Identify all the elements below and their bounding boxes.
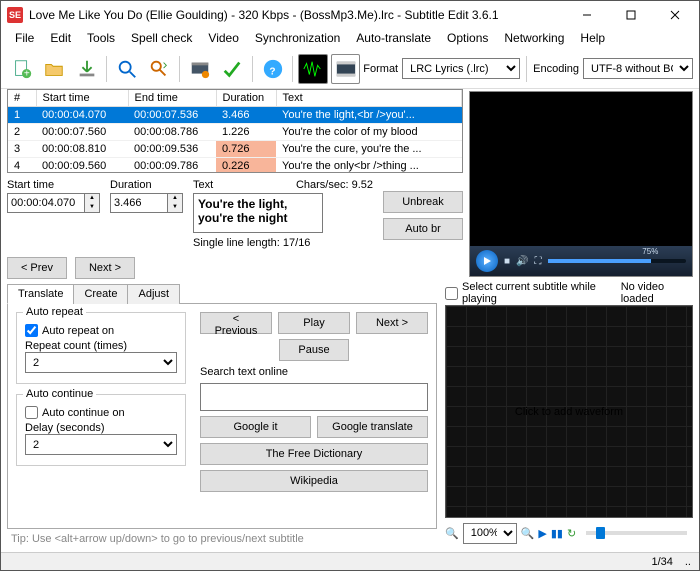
start-time-label: Start time — [7, 179, 100, 191]
start-time-spinner[interactable]: ▲▼ — [85, 193, 100, 213]
table-row[interactable]: 100:00:04.07000:00:07.5363.466You're the… — [8, 107, 462, 124]
spellcheck-icon[interactable] — [218, 54, 247, 84]
video-progress[interactable]: 75% — [548, 259, 687, 263]
menu-help[interactable]: Help — [572, 29, 613, 49]
duration-label: Duration — [110, 179, 183, 191]
speed-slider[interactable] — [586, 531, 687, 535]
auto-continue-group: Auto continue Auto continue on Delay (se… — [16, 394, 186, 466]
menu-sync[interactable]: Synchronization — [247, 29, 348, 49]
auto-continue-checkbox[interactable] — [25, 406, 38, 419]
tab-adjust[interactable]: Adjust — [127, 284, 180, 304]
titlebar: SE Love Me Like You Do (Ellie Goulding) … — [1, 1, 699, 29]
auto-repeat-checkbox[interactable] — [25, 324, 38, 337]
google-button[interactable]: Google it — [200, 416, 311, 438]
video-controls: ■ 🔊 ⛶ 75% — [470, 246, 692, 276]
menu-video[interactable]: Video — [200, 29, 246, 49]
cps-label: Chars/sec: 9.52 — [296, 179, 373, 191]
search-online-input[interactable] — [200, 383, 428, 411]
repeat-count-select[interactable]: 2 — [25, 352, 177, 373]
svg-text:?: ? — [269, 66, 275, 77]
menu-options[interactable]: Options — [439, 29, 496, 49]
format-select[interactable]: LRC Lyrics (.lrc) — [402, 58, 520, 79]
menu-autotranslate[interactable]: Auto-translate — [348, 29, 439, 49]
menu-spellcheck[interactable]: Spell check — [123, 29, 200, 49]
menu-networking[interactable]: Networking — [496, 29, 572, 49]
subtitle-grid[interactable]: # Start time End time Duration Text 100:… — [7, 89, 463, 173]
prev-button[interactable]: < Prev — [7, 257, 67, 279]
waveform-panel[interactable]: Click to add waveform — [445, 305, 693, 518]
tab-translate[interactable]: Translate — [7, 284, 74, 304]
translate-pause-button[interactable]: Pause — [279, 339, 349, 361]
bars-icon[interactable]: ▮▮ — [551, 527, 563, 540]
visual-sync-icon[interactable] — [185, 54, 214, 84]
menu-bar: File Edit Tools Spell check Video Synchr… — [1, 29, 699, 49]
tip-text: Tip: Use <alt+arrow up/down> to go to pr… — [7, 533, 437, 545]
sll-label: Single line length: 17/16 — [193, 237, 373, 249]
tabs: Translate Create Adjust — [7, 283, 437, 304]
col-start[interactable]: Start time — [36, 90, 128, 107]
search-online-label: Search text online — [200, 366, 428, 378]
translate-next-button[interactable]: Next > — [356, 312, 428, 334]
stop-icon[interactable]: ■ — [504, 256, 510, 267]
text-input[interactable]: You're the light, you're the night — [193, 193, 323, 233]
maximize-button[interactable] — [609, 1, 653, 29]
replace-icon[interactable] — [145, 54, 174, 84]
encoding-select[interactable]: UTF-8 without BOM — [583, 58, 693, 79]
close-button[interactable] — [653, 1, 697, 29]
play-small-icon[interactable]: ▶ — [538, 527, 546, 540]
toolbar: + ? Format LRC Lyrics (.lrc) Encoding UT… — [1, 49, 699, 89]
col-dur[interactable]: Duration — [216, 90, 276, 107]
duration-input[interactable] — [110, 193, 168, 213]
table-row[interactable]: 300:00:08.81000:00:09.5360.726You're the… — [8, 141, 462, 158]
video-panel[interactable]: ■ 🔊 ⛶ 75% — [469, 91, 693, 277]
wikipedia-button[interactable]: Wikipedia — [200, 470, 428, 492]
col-text[interactable]: Text — [276, 90, 462, 107]
col-end[interactable]: End time — [128, 90, 216, 107]
no-video-label: No video loaded — [621, 281, 693, 305]
status-bar: 1/34 .. — [1, 552, 699, 570]
zoom-select[interactable]: 100% — [463, 523, 517, 544]
fullscreen-icon[interactable]: ⛶ — [535, 256, 542, 267]
start-time-input[interactable] — [7, 193, 85, 213]
table-row[interactable]: 400:00:09.56000:00:09.7860.226You're the… — [8, 158, 462, 174]
encoding-label: Encoding — [533, 63, 579, 75]
zoom-out-icon[interactable]: 🔍 — [445, 527, 459, 540]
video-icon[interactable] — [331, 54, 360, 84]
help-icon[interactable]: ? — [258, 54, 287, 84]
play-icon[interactable] — [476, 250, 498, 272]
zoom-in-icon[interactable]: 🔍 — [521, 527, 535, 540]
table-row[interactable]: 200:00:07.56000:00:08.7861.226You're the… — [8, 124, 462, 141]
translate-prev-button[interactable]: < Previous — [200, 312, 272, 334]
minimize-button[interactable] — [565, 1, 609, 29]
svg-text:+: + — [24, 68, 30, 79]
next-button[interactable]: Next > — [75, 257, 135, 279]
text-label: Text — [193, 179, 213, 191]
autobr-button[interactable]: Auto br — [383, 218, 463, 240]
menu-edit[interactable]: Edit — [42, 29, 79, 49]
auto-repeat-group: Auto repeat Auto repeat on Repeat count … — [16, 312, 186, 384]
loop-icon[interactable]: ↻ — [567, 527, 576, 540]
menu-file[interactable]: File — [7, 29, 42, 49]
col-num[interactable]: # — [8, 90, 36, 107]
unbreak-button[interactable]: Unbreak — [383, 191, 463, 213]
app-logo: SE — [7, 7, 23, 23]
google-translate-button[interactable]: Google translate — [317, 416, 428, 438]
format-label: Format — [363, 63, 398, 75]
open-file-icon[interactable] — [39, 54, 68, 84]
translate-play-button[interactable]: Play — [278, 312, 350, 334]
duration-spinner[interactable]: ▲▼ — [168, 193, 183, 213]
save-file-icon[interactable] — [72, 54, 101, 84]
status-counter: 1/34 — [651, 556, 672, 568]
menu-tools[interactable]: Tools — [79, 29, 123, 49]
waveform-icon[interactable] — [298, 54, 327, 84]
volume-icon[interactable]: 🔊 — [516, 256, 528, 267]
window-title: Love Me Like You Do (Ellie Goulding) - 3… — [29, 8, 565, 22]
tab-create[interactable]: Create — [73, 284, 128, 304]
delay-select[interactable]: 2 — [25, 434, 177, 455]
freedict-button[interactable]: The Free Dictionary — [200, 443, 428, 465]
select-current-checkbox[interactable] — [445, 287, 458, 300]
find-icon[interactable] — [112, 54, 141, 84]
new-file-icon[interactable]: + — [7, 54, 36, 84]
